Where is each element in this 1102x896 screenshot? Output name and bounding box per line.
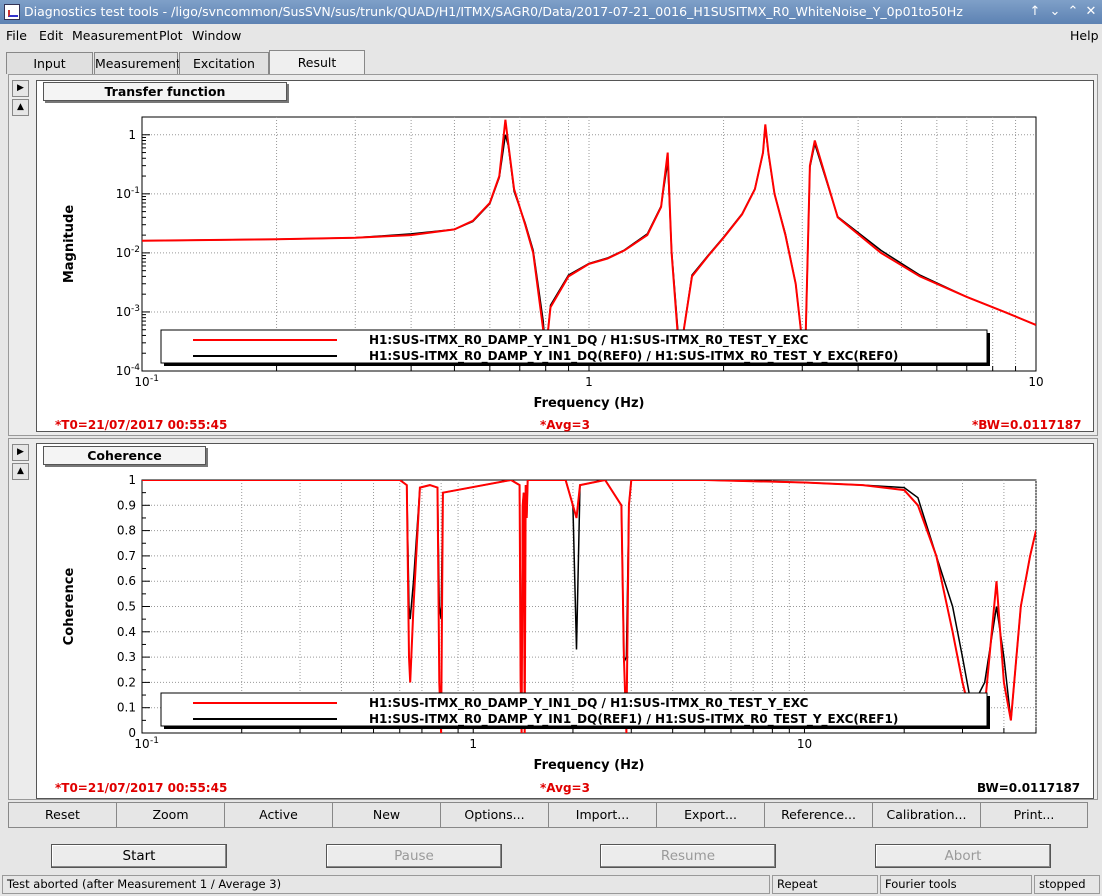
pause-button[interactable]: Pause bbox=[326, 844, 502, 868]
plot1-t0-text: *T0=21/07/2017 00:55:45 bbox=[55, 418, 228, 432]
tab-excitation[interactable]: Excitation bbox=[179, 52, 269, 74]
y-tick-label: 0.8 bbox=[117, 524, 136, 538]
y-tick-label: 1 bbox=[128, 473, 136, 487]
panel2-collapse-button[interactable]: ▲ bbox=[12, 463, 29, 480]
reset-button[interactable]: Reset bbox=[8, 802, 117, 828]
legend-entry: H1:SUS-ITMX_R0_DAMP_Y_IN1_DQ(REF1) / H1:… bbox=[369, 712, 898, 727]
legend-entry: H1:SUS-ITMX_R0_DAMP_Y_IN1_DQ / H1:SUS-IT… bbox=[369, 696, 809, 711]
legend-entry: H1:SUS-ITMX_R0_DAMP_Y_IN1_DQ / H1:SUS-IT… bbox=[369, 333, 809, 348]
status-bar: Test aborted (after Measurement 1 / Aver… bbox=[0, 873, 1102, 896]
x-tick-exponent: -1 bbox=[150, 736, 159, 746]
import-button[interactable]: Import... bbox=[548, 802, 657, 828]
y-tick-label: 0 bbox=[128, 726, 136, 740]
tab-input[interactable]: Input bbox=[6, 52, 93, 74]
zoom-button[interactable]: Zoom bbox=[116, 802, 225, 828]
export-button[interactable]: Export... bbox=[656, 802, 765, 828]
x-tick-label: 1 bbox=[469, 737, 477, 751]
x-tick-label: 10 bbox=[797, 737, 812, 751]
active-button[interactable]: Active bbox=[224, 802, 333, 828]
x-tick-exponent: -1 bbox=[150, 374, 159, 384]
options-button[interactable]: Options... bbox=[440, 802, 549, 828]
y-tick-label: 0.2 bbox=[117, 675, 136, 689]
x-axis-label: Frequency (Hz) bbox=[534, 758, 645, 773]
y-tick-label: 10 bbox=[116, 246, 131, 260]
plot1-title-label[interactable]: Transfer function bbox=[43, 82, 287, 101]
panel2-expand-button[interactable]: ▶ bbox=[12, 444, 29, 461]
panel1-expand-button[interactable]: ▶ bbox=[12, 80, 29, 97]
y-tick-label: 1 bbox=[128, 128, 136, 142]
plot2-bw-text: BW=0.0117187 bbox=[977, 781, 1081, 795]
y-tick-exponent: -4 bbox=[131, 363, 140, 373]
status-fourier: Fourier tools bbox=[880, 875, 1032, 894]
close-icon[interactable]: ✕ bbox=[1082, 3, 1100, 21]
resume-button[interactable]: Resume bbox=[600, 844, 776, 868]
y-tick-exponent: -2 bbox=[131, 245, 140, 255]
x-tick-label: 10 bbox=[134, 737, 149, 751]
legend-entry: H1:SUS-ITMX_R0_DAMP_Y_IN1_DQ(REF0) / H1:… bbox=[369, 349, 898, 364]
coherence-chart[interactable]: 10 -1 1 1010.90.80.70.60.50.40.30.20.10Freq… bbox=[37, 444, 1095, 800]
x-tick-label: 1 bbox=[585, 375, 593, 389]
y-tick-label: 10 bbox=[116, 187, 131, 201]
y-tick-label: 0.5 bbox=[117, 600, 136, 614]
x-tick-label: 10 bbox=[1028, 375, 1043, 389]
menu-plot[interactable]: Plot bbox=[159, 28, 183, 43]
menu-measurement[interactable]: Measurement bbox=[72, 28, 158, 43]
print-button[interactable]: Print... bbox=[980, 802, 1088, 828]
plot1-avg-text: *Avg=3 bbox=[540, 418, 590, 432]
app-icon bbox=[4, 4, 20, 20]
tab-bar: Input Measurement Excitation Result bbox=[0, 48, 1102, 76]
calibration-button[interactable]: Calibration... bbox=[872, 802, 981, 828]
plot2-avg-text: *Avg=3 bbox=[540, 781, 590, 795]
y-tick-exponent: -3 bbox=[131, 304, 140, 314]
status-repeat: Repeat bbox=[772, 875, 878, 894]
status-message: Test aborted (after Measurement 1 / Aver… bbox=[2, 875, 770, 894]
y-tick-exponent: -1 bbox=[131, 186, 140, 196]
plot2-t0-text: *T0=21/07/2017 00:55:45 bbox=[55, 781, 228, 795]
coherence-plot[interactable]: 10 -1 1 10 1 0.9 0.8 0.7 0.6 0.5 0.4 0.3 0.2 0.1 0 Freq… bbox=[36, 443, 1094, 799]
y-axis-label: Coherence bbox=[62, 568, 77, 646]
plot-button-row: Reset Zoom Active New Options... Import.… bbox=[8, 802, 1098, 828]
x-tick-label: 10 bbox=[134, 375, 149, 389]
y-tick-label: 0.6 bbox=[117, 574, 136, 588]
reference-button[interactable]: Reference... bbox=[764, 802, 873, 828]
menu-file[interactable]: File bbox=[6, 28, 27, 43]
y-axis-label: Magnitude bbox=[62, 205, 77, 284]
status-state: stopped bbox=[1034, 875, 1100, 894]
abort-button[interactable]: Abort bbox=[875, 844, 1051, 868]
tab-result[interactable]: Result bbox=[269, 50, 365, 76]
window-title: Diagnostics test tools - /ligo/svncommon… bbox=[24, 4, 963, 19]
new-button[interactable]: New bbox=[332, 802, 441, 828]
y-tick-label: 10 bbox=[116, 305, 131, 319]
minimize-icon[interactable]: ⌄ bbox=[1046, 3, 1064, 21]
tab-measurement[interactable]: Measurement bbox=[94, 52, 181, 74]
panel1-collapse-button[interactable]: ▲ bbox=[12, 99, 29, 116]
y-tick-label: 0.1 bbox=[117, 701, 136, 715]
x-axis-label: Frequency (Hz) bbox=[534, 396, 645, 411]
transfer-function-plot[interactable]: 10 -1 1 10 1 10 -1 10 -2 10 -3 10 -4 Frequency (Hz) Ma… bbox=[36, 80, 1094, 432]
menu-bar: File Edit Measurement Plot Window Help bbox=[0, 24, 1102, 48]
y-tick-label: 0.4 bbox=[117, 625, 136, 639]
plot2-title-label[interactable]: Coherence bbox=[43, 446, 206, 465]
transfer-function-chart[interactable]: 10 -1 1 10110 -110 -210 -310 -4Frequency (Hz)Ma… bbox=[37, 81, 1095, 433]
y-tick-label: 0.3 bbox=[117, 650, 136, 664]
y-tick-label: 10 bbox=[116, 364, 131, 378]
menu-help[interactable]: Help bbox=[1070, 28, 1099, 43]
title-bar: Diagnostics test tools - /ligo/svncommon… bbox=[0, 0, 1102, 24]
y-tick-label: 0.9 bbox=[117, 498, 136, 512]
menu-window[interactable]: Window bbox=[192, 28, 241, 43]
menu-edit[interactable]: Edit bbox=[39, 28, 63, 43]
start-button[interactable]: Start bbox=[51, 844, 227, 868]
plot1-bw-text: *BW=0.0117187 bbox=[972, 418, 1082, 432]
y-tick-label: 0.7 bbox=[117, 549, 136, 563]
keep-above-icon[interactable]: ↑ bbox=[1026, 3, 1044, 21]
maximize-icon[interactable]: ⌃ bbox=[1064, 3, 1082, 21]
